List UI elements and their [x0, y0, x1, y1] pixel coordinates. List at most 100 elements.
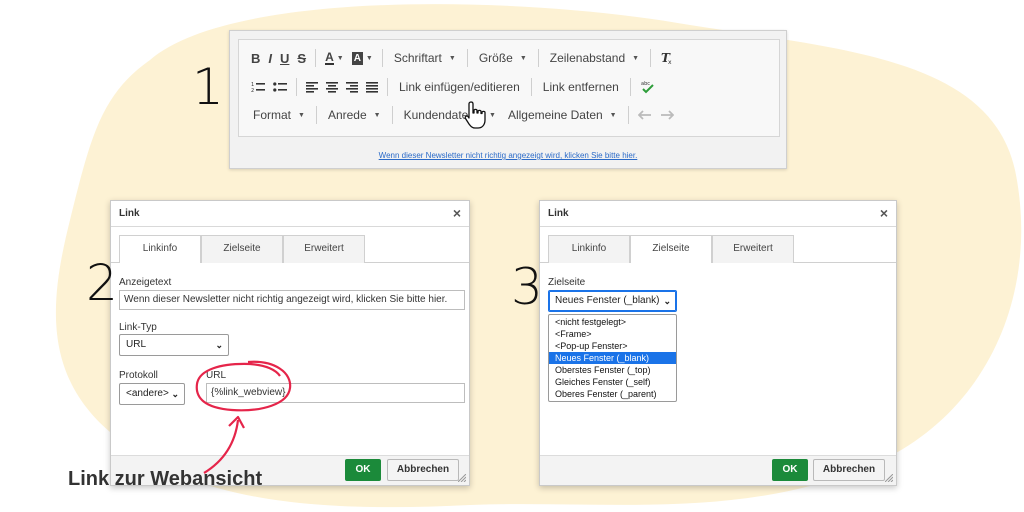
text-color-button[interactable]: A ▼ — [321, 47, 348, 69]
insert-link-button[interactable]: Link einfügen/editieren — [393, 76, 526, 98]
link-type-select[interactable]: URL ⌄ — [119, 334, 229, 356]
chevron-down-icon: ▼ — [298, 111, 305, 119]
spellcheck-icon: abc — [641, 81, 654, 94]
chevron-down-icon: ▼ — [609, 111, 617, 119]
url-label: URL — [206, 370, 227, 381]
align-center-icon — [326, 81, 338, 93]
tab-erweitert[interactable]: Erweitert — [712, 235, 794, 263]
dialog-body: Anzeigetext Wenn dieser Newsletter nicht… — [111, 263, 469, 455]
link-dialog-linkinfo: Link × Linkinfo Zielseite Erweitert Anze… — [110, 200, 470, 486]
font-combo[interactable]: Schriftart ▼ — [388, 47, 462, 69]
undo-icon — [637, 110, 651, 120]
target-option[interactable]: <nicht festgelegt> — [549, 316, 676, 328]
link-type-value: URL — [126, 339, 147, 350]
webview-link-text[interactable]: Wenn dieser Newsletter nicht richtig ang… — [230, 151, 786, 160]
toolbar-separator — [296, 78, 297, 96]
tab-zielseite[interactable]: Zielseite — [630, 235, 712, 264]
toolbar-separator — [391, 106, 393, 124]
format-combo[interactable]: Format ▼ — [247, 104, 311, 126]
protocol-select[interactable]: <andere> ⌄ — [119, 383, 185, 405]
annotation-label: Link zur Webansicht — [68, 468, 263, 490]
tab-erweitert[interactable]: Erweitert — [283, 235, 365, 263]
toolbar-separator — [530, 78, 532, 96]
cancel-button[interactable]: Abbrechen — [387, 459, 459, 481]
toolbar-separator — [381, 49, 383, 67]
chevron-down-icon: ⌄ — [171, 389, 179, 399]
link-dialog-target: Link × Linkinfo Zielseite Erweitert Ziel… — [539, 200, 897, 486]
align-right-icon — [346, 81, 358, 93]
target-option[interactable]: Gleiches Fenster (_self) — [549, 376, 676, 388]
align-left-icon — [306, 81, 318, 93]
link-type-label: Link-Typ — [119, 322, 157, 333]
dialog-tabs: Linkinfo Zielseite Erweitert — [111, 235, 469, 264]
general-data-combo[interactable]: Allgemeine Daten ▼ — [502, 104, 623, 126]
svg-text:2: 2 — [251, 88, 254, 93]
font-combo-label: Schriftart — [393, 51, 442, 65]
cancel-button[interactable]: Abbrechen — [813, 459, 885, 481]
remove-format-button[interactable]: Tx — [656, 47, 678, 69]
target-select[interactable]: Neues Fenster (_blank) ⌄ — [548, 290, 677, 312]
target-option[interactable]: <Frame> — [549, 328, 676, 340]
target-label: Zielseite — [548, 277, 586, 288]
bg-color-icon: A — [351, 51, 363, 65]
salutation-combo[interactable]: Anrede ▼ — [322, 104, 387, 126]
svg-text:abc: abc — [641, 81, 650, 87]
toolbar-row-2: 12 Link einfügen/editieren Link entferne… — [247, 74, 660, 100]
chevron-down-icon: ▼ — [448, 54, 456, 62]
target-option[interactable]: Neues Fenster (_blank) — [549, 352, 676, 364]
toolbar-separator — [466, 49, 468, 67]
target-option[interactable]: Oberes Fenster (_parent) — [549, 388, 676, 400]
redo-button[interactable] — [656, 104, 678, 126]
chevron-down-icon: ▼ — [365, 54, 373, 62]
toolbar-separator — [315, 49, 317, 67]
chevron-down-icon: ⌄ — [215, 340, 223, 350]
dialog-title: Link — [119, 208, 140, 219]
undo-button[interactable] — [634, 104, 656, 126]
toolbar-row-1: B I U S A ▼ A ▼ Schriftart ▼ Größe ▼ Zeile… — [247, 45, 678, 71]
justify-button[interactable] — [362, 76, 382, 98]
ok-button[interactable]: OK — [772, 459, 808, 481]
spellcheck-button[interactable]: abc — [636, 76, 660, 98]
display-text-label: Anzeigetext — [119, 277, 172, 288]
target-options-list: <nicht festgelegt> <Frame> <Pop-up Fenster… — [548, 314, 677, 402]
tab-zielseite[interactable]: Zielseite — [201, 235, 283, 263]
close-icon[interactable]: × — [880, 205, 888, 221]
numbered-list-button[interactable]: 12 — [247, 76, 269, 98]
editor-toolbar: B I U S A ▼ A ▼ Schriftart ▼ Größe ▼ Zeile… — [238, 39, 780, 137]
resize-grip-icon[interactable] — [885, 474, 893, 482]
chevron-down-icon: ⌄ — [663, 296, 671, 306]
display-text-field[interactable]: Wenn dieser Newsletter nicht richtig ang… — [119, 290, 465, 310]
bullet-list-button[interactable] — [269, 76, 291, 98]
strikethrough-button[interactable]: S — [293, 47, 310, 69]
size-combo[interactable]: Größe ▼ — [473, 47, 533, 69]
bg-color-button[interactable]: A ▼ — [348, 47, 377, 69]
bold-button[interactable]: B — [247, 47, 264, 69]
align-left-button[interactable] — [302, 76, 322, 98]
line-height-combo[interactable]: Zeilenabstand ▼ — [544, 47, 645, 69]
tab-linkinfo[interactable]: Linkinfo — [119, 235, 201, 264]
salutation-combo-label: Anrede — [327, 108, 367, 122]
chevron-down-icon: ▼ — [632, 54, 640, 62]
close-icon[interactable]: × — [453, 205, 461, 221]
align-right-button[interactable] — [342, 76, 362, 98]
dialog-tabs: Linkinfo Zielseite Erweitert — [540, 235, 896, 264]
line-height-combo-label: Zeilenabstand — [549, 51, 626, 65]
url-field[interactable]: {%link_webview} — [206, 383, 465, 403]
step-number-2: 2 — [86, 254, 118, 312]
target-option[interactable]: Oberstes Fenster (_top) — [549, 364, 676, 376]
ok-button[interactable]: OK — [345, 459, 381, 481]
dialog-header: Link × — [540, 201, 896, 227]
dialog-title: Link — [548, 208, 569, 219]
resize-grip-icon[interactable] — [458, 474, 466, 482]
hand-pointer-icon — [464, 101, 486, 129]
tab-linkinfo[interactable]: Linkinfo — [548, 235, 630, 263]
redo-icon — [660, 110, 674, 120]
justify-icon — [366, 81, 378, 93]
toolbar-separator — [650, 49, 652, 67]
target-option[interactable]: <Pop-up Fenster> — [549, 340, 676, 352]
remove-link-button[interactable]: Link entfernen — [537, 76, 625, 98]
align-center-button[interactable] — [322, 76, 342, 98]
underline-button[interactable]: U — [276, 47, 293, 69]
italic-button[interactable]: I — [264, 47, 276, 69]
toolbar-separator — [629, 78, 631, 96]
